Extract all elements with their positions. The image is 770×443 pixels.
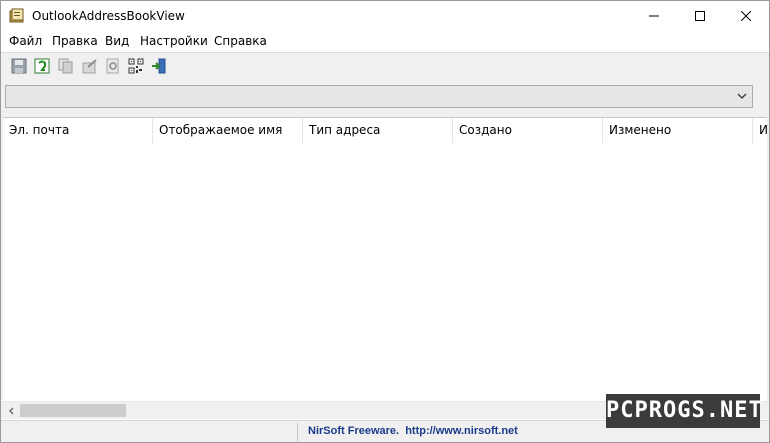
column-header-created[interactable]: Создано	[453, 118, 603, 143]
address-list[interactable]: Эл. почта Отображаемое имя Тип адреса Со…	[3, 117, 767, 420]
menu-file[interactable]: Файл	[9, 34, 42, 49]
copy-button[interactable]	[56, 56, 76, 76]
app-window: OutlookAddressBookView Файл Правка Вид Н…	[0, 0, 770, 443]
menu-bar: Файл Правка Вид Настройки Справка	[1, 31, 769, 53]
qr-code-icon	[128, 58, 144, 74]
title-bar[interactable]: OutlookAddressBookView	[1, 1, 769, 31]
save-button[interactable]	[9, 56, 29, 76]
column-header-more[interactable]: И	[753, 118, 767, 143]
column-header-display-name[interactable]: Отображаемое имя	[153, 118, 303, 143]
filter-dropdown[interactable]	[5, 85, 753, 108]
refresh-button[interactable]	[32, 56, 52, 76]
refresh-icon	[34, 58, 50, 74]
exit-button[interactable]	[149, 56, 169, 76]
menu-help[interactable]: Справка	[214, 34, 267, 49]
menu-edit[interactable]: Правка	[52, 34, 98, 49]
scrollbar-thumb[interactable]	[20, 404, 126, 417]
chevron-down-icon	[737, 93, 747, 99]
watermark: PCPROGS.NET	[606, 394, 762, 428]
menu-options[interactable]: Настройки	[140, 34, 208, 49]
minimize-button[interactable]	[631, 1, 677, 31]
column-header-modified[interactable]: Изменено	[603, 118, 753, 143]
list-header: Эл. почта Отображаемое имя Тип адреса Со…	[3, 118, 767, 143]
copy-icon	[58, 58, 73, 74]
minimize-icon	[649, 15, 659, 17]
menu-view[interactable]: Вид	[105, 34, 129, 49]
status-cell-count	[3, 423, 298, 441]
window-title: OutlookAddressBookView	[32, 9, 185, 23]
chevron-left-icon	[8, 407, 13, 414]
column-header-email[interactable]: Эл. почта	[3, 118, 153, 143]
close-button[interactable]	[723, 1, 769, 31]
maximize-button[interactable]	[677, 1, 723, 31]
close-icon	[741, 11, 751, 21]
maximize-icon	[695, 11, 705, 21]
report-button[interactable]	[103, 56, 123, 76]
toolbar	[1, 53, 769, 79]
properties-icon	[82, 59, 97, 74]
save-icon	[11, 58, 27, 74]
scroll-left-button[interactable]	[3, 402, 20, 419]
properties-button[interactable]	[80, 56, 100, 76]
column-header-address-type[interactable]: Тип адреса	[303, 118, 453, 143]
address-book-icon	[9, 8, 25, 24]
nirsoft-link[interactable]: NirSoft Freeware. http://www.nirsoft.net	[308, 425, 518, 437]
exit-icon	[152, 58, 166, 74]
report-icon	[106, 58, 119, 74]
qr-code-button[interactable]	[126, 56, 146, 76]
